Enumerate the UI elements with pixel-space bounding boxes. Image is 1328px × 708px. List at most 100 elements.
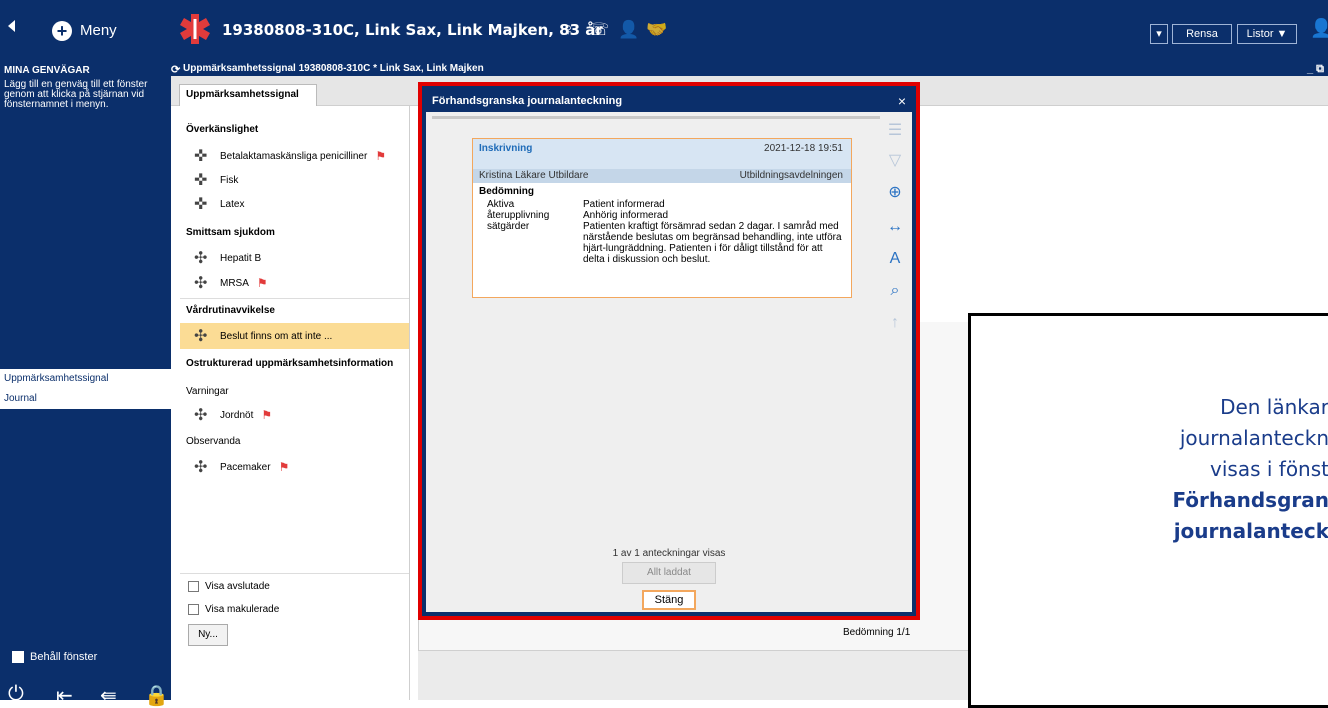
ny-button[interactable]: Ny...: [188, 624, 228, 646]
keep-window-toggle[interactable]: Behåll fönster: [12, 651, 97, 663]
all-loaded-button: Allt laddat: [622, 562, 716, 584]
flag-icon: ⚑: [278, 460, 290, 474]
list-item[interactable]: ✣ Jordnöt ⚑: [180, 402, 409, 428]
window-title: Uppmärksamhetssignal 19380808-310C * Lin…: [183, 63, 484, 74]
callout-line: visas i fönst: [1210, 457, 1328, 481]
collapse-arrow-icon[interactable]: [8, 20, 15, 32]
signal-icon: ✜: [194, 148, 208, 165]
shortcuts-hint: Lägg till en genväg till ett fönster gen…: [4, 79, 148, 110]
menu-plus-icon[interactable]: +: [52, 21, 72, 41]
list-item[interactable]: ✣ Hepatit B: [180, 245, 409, 271]
font-size-icon[interactable]: A: [884, 248, 906, 270]
note-author: Kristina Läkare Utbildare: [479, 170, 589, 181]
sidebar: MINA GENVÄGAR Lägg till en genväg till e…: [0, 62, 171, 707]
patient-banner: 19380808-310C, Link Sax, Link Majken, 83…: [222, 21, 603, 39]
menu-button[interactable]: Meny: [80, 22, 117, 39]
note-header: Inskrivning 2021-12-18 19:51: [473, 139, 851, 169]
value: Patienten kraftigt försämrad sedan 2 dag…: [583, 221, 842, 265]
dialog-title: Förhandsgranska journalanteckning: [432, 95, 623, 107]
callout-line: journalanteckn: [1179, 426, 1328, 450]
checkbox-label: Visa avslutade: [205, 581, 270, 592]
checkbox[interactable]: [188, 581, 199, 592]
list-item[interactable]: ✜ Latex: [180, 191, 409, 217]
flag-icon: ⚑: [375, 149, 387, 163]
filter-icon[interactable]: ▽: [884, 150, 906, 172]
tab-uppmarksamhetssignal[interactable]: Uppmärksamhetssignal: [179, 84, 317, 106]
section-vardrutin: Vårdrutinavvikelse: [186, 305, 275, 316]
signal-icon: ✣: [194, 275, 208, 292]
list-item[interactable]: ✣ MRSA ⚑: [180, 270, 409, 296]
preview-dialog: Förhandsgranska journalanteckning × Insk…: [426, 90, 912, 612]
divider: [180, 298, 409, 299]
note-date: 2021-12-18 19:51: [764, 143, 843, 154]
item-label: Beslut finns om att inte ...: [220, 330, 333, 342]
sub-varningar: Varningar: [186, 386, 229, 397]
expand-collapse-icon[interactable]: ⊕: [884, 182, 906, 204]
signal-panel: Överkänslighet ✜ Betalaktamaskänsliga pen…: [180, 106, 410, 700]
list-item[interactable]: ✜ Fisk: [180, 167, 409, 193]
user-icon[interactable]: 👤: [1310, 18, 1328, 44]
keep-window-label: Behåll fönster: [30, 651, 98, 663]
power-icon[interactable]: ⏻: [8, 683, 24, 706]
close-button[interactable]: Stäng: [642, 590, 696, 610]
keep-window-checkbox[interactable]: [12, 651, 24, 663]
person-icon[interactable]: 👤: [618, 20, 639, 40]
note-section: Bedömning: [479, 186, 534, 197]
section-smittsam: Smittsam sjukdom: [186, 227, 275, 238]
divider: [180, 573, 409, 574]
journal-note: Inskrivning 2021-12-18 19:51 Kristina Lä…: [472, 138, 852, 298]
list-item[interactable]: ✣ Pacemaker ⚑: [180, 454, 409, 480]
list-item-selected[interactable]: ✣ Beslut finns om att inte ...: [180, 323, 409, 349]
star-of-life-icon: [180, 14, 210, 44]
shortcuts-heading: MINA GENVÄGAR: [4, 65, 90, 76]
checkbox-label: Visa makulerade: [205, 604, 280, 615]
keyword: återupplivning: [487, 210, 550, 221]
handshake-icon[interactable]: 🤝: [646, 20, 667, 40]
callout-line: Den länkar: [1220, 395, 1328, 419]
progress-line: [432, 116, 880, 119]
dropdown-icon[interactable]: ▾: [1150, 24, 1168, 44]
gender-female-icon: ♀: [562, 20, 575, 39]
value: Patient informerad: [583, 199, 665, 210]
value: Anhörig informerad: [583, 210, 669, 221]
lock-icon[interactable]: 🔒: [144, 683, 169, 708]
width-icon[interactable]: ↔: [884, 216, 906, 238]
refresh-icon[interactable]: ⟳: [171, 63, 180, 77]
dialog-toolbar: ☰ ▽ ⊕ ↔ A ⌕ ↑: [880, 116, 910, 600]
logout-icon[interactable]: ⇤: [56, 683, 73, 708]
message-icon[interactable]: ☏: [588, 20, 609, 40]
checkbox[interactable]: [188, 604, 199, 615]
sidebar-item-uppmarksamhetssignal[interactable]: Uppmärksamhetssignal: [0, 369, 171, 389]
item-label: Betalaktamaskänsliga penicilliner: [220, 150, 368, 162]
visa-avslutade-toggle[interactable]: Visa avslutade: [188, 581, 270, 592]
keyword: Aktiva: [487, 199, 515, 210]
list-item[interactable]: ✜ Betalaktamaskänsliga penicilliner ⚑: [180, 143, 409, 169]
flag-icon: ⚑: [261, 408, 273, 422]
section-ostrukturerad: Ostrukturerad uppmärksamhetsinformation: [186, 358, 394, 369]
item-label: MRSA: [220, 277, 249, 289]
switch-user-icon[interactable]: ⇚: [100, 683, 117, 708]
visa-makulerade-toggle[interactable]: Visa makulerade: [188, 604, 279, 615]
callout-line: journalanteck: [1173, 519, 1328, 543]
list-view-icon[interactable]: ☰: [884, 120, 906, 142]
window-controls-icon[interactable]: _ ⧉: [1307, 62, 1324, 76]
sort-icon[interactable]: ↑: [884, 312, 906, 334]
rensa-button[interactable]: Rensa: [1172, 24, 1232, 44]
callout-box: Den länkar journalanteckn visas i fönst …: [968, 313, 1328, 708]
search-icon[interactable]: ⌕: [884, 280, 906, 302]
flag-icon: ⚑: [256, 276, 268, 290]
item-label: Fisk: [220, 174, 239, 186]
dialog-highlight-frame: Förhandsgranska journalanteckning × Insk…: [418, 82, 920, 620]
close-icon[interactable]: ×: [898, 90, 906, 112]
note-title: Inskrivning: [479, 143, 533, 154]
item-label: Jordnöt: [220, 409, 254, 421]
dialog-content: Inskrivning 2021-12-18 19:51 Kristina Lä…: [432, 116, 880, 600]
top-bar: + Meny 19380808-310C, Link Sax, Link Maj…: [0, 0, 1328, 62]
item-label: Pacemaker: [220, 461, 271, 473]
callout-line: Förhandsgran: [1172, 488, 1328, 512]
sidebar-item-journal[interactable]: Journal: [0, 389, 171, 409]
bedomning-counter: Bedömning 1/1: [843, 627, 911, 638]
signal-icon: ✜: [194, 196, 208, 213]
signal-icon: ✣: [194, 459, 208, 476]
listor-button[interactable]: Listor ▼: [1237, 24, 1297, 44]
